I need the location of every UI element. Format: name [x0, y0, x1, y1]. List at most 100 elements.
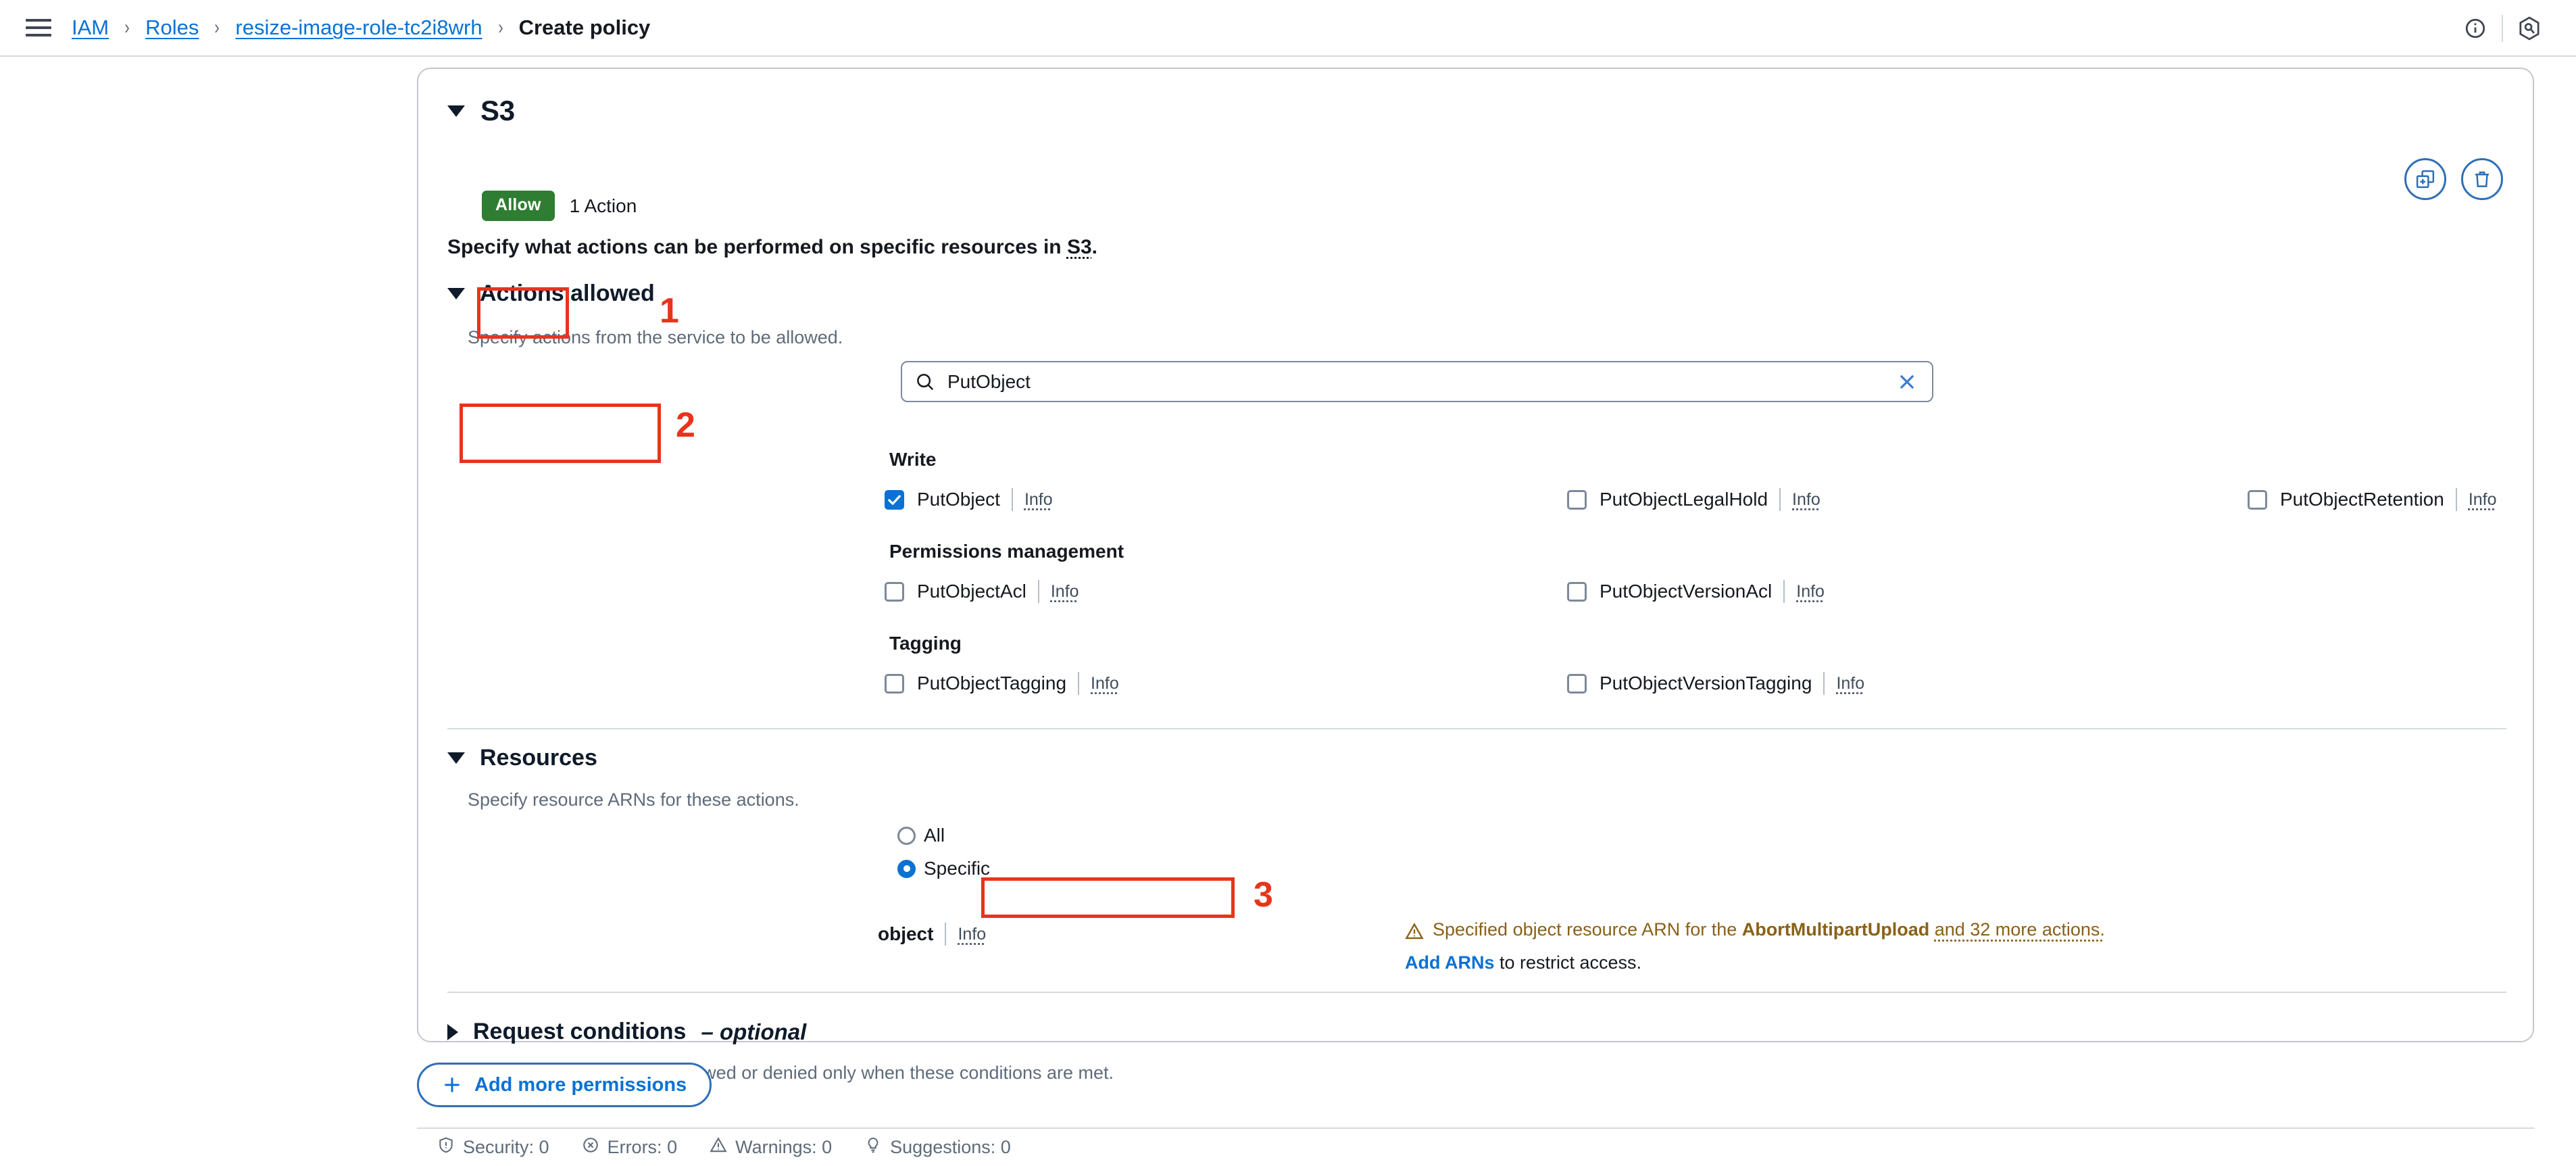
- warning-triangle-icon: [1405, 922, 1424, 944]
- breadcrumb-item-current: Create policy: [518, 16, 651, 39]
- chevron-right-icon[interactable]: [447, 1023, 458, 1040]
- search-icon: [915, 372, 935, 392]
- resource-radio-all[interactable]: All: [897, 825, 990, 846]
- section-divider: [447, 992, 2506, 993]
- info-link-putobjectlegalhold[interactable]: Info: [1792, 490, 1820, 510]
- breadcrumb-item-roles[interactable]: Roles: [145, 16, 199, 40]
- divider: [2455, 488, 2457, 511]
- breadcrumb-item-role[interactable]: resize-image-role-tc2i8wrh: [235, 16, 482, 40]
- security-shield-icon: [437, 1136, 455, 1159]
- action-row-putobject[interactable]: PutObject Info: [885, 488, 1053, 511]
- status-errors-label: Errors: 0: [607, 1137, 678, 1157]
- chevron-down-icon[interactable]: [447, 752, 465, 764]
- add-arns-rest: to restrict access.: [1494, 952, 1642, 973]
- action-row-putobjecttagging[interactable]: PutObjectTagging Info: [885, 672, 1119, 695]
- annotation-number-3: 3: [1254, 875, 1273, 915]
- resource-type-row: object Info: [878, 923, 986, 946]
- search-input-value[interactable]: PutObject: [947, 371, 1897, 393]
- effect-badge: Allow: [482, 191, 555, 221]
- error-circle-icon: [582, 1136, 599, 1159]
- action-label-putobjectlegalhold: PutObjectLegalHold: [1600, 489, 1768, 510]
- breadcrumb-separator: ›: [124, 16, 130, 39]
- service-description-link[interactable]: S3: [1067, 236, 1092, 258]
- checkbox-putobjectlegalhold[interactable]: [1567, 489, 1587, 510]
- action-label-putobject: PutObject: [917, 489, 1000, 510]
- policy-statement-panel: S3 Allow 1 Action Specify what actions c…: [417, 68, 2534, 1083]
- action-label-putobjecttagging: PutObjectTagging: [917, 673, 1067, 694]
- clear-search-icon[interactable]: [1897, 372, 1917, 392]
- checkbox-putobjectversiontagging[interactable]: [1567, 673, 1587, 694]
- section-divider: [447, 728, 2506, 729]
- warning-prefix: Specified object resource ARN for the: [1433, 919, 1742, 940]
- status-security-label: Security: 0: [463, 1137, 549, 1157]
- info-link-object[interactable]: Info: [958, 925, 986, 944]
- resource-all-label: All: [924, 825, 945, 846]
- chevron-down-icon[interactable]: [447, 105, 465, 117]
- settings-hexagon-icon[interactable]: [2503, 0, 2556, 57]
- action-row-putobjectversionacl[interactable]: PutObjectVersionAcl Info: [1567, 580, 1825, 603]
- action-row-putobjectretention[interactable]: PutObjectRetention Info: [2248, 488, 2497, 511]
- divider: [945, 923, 947, 946]
- divider: [1823, 672, 1825, 695]
- resources-title: Resources: [480, 745, 597, 771]
- actions-allowed-header[interactable]: Actions allowed: [447, 281, 655, 307]
- checkbox-putobjectretention[interactable]: [2248, 489, 2267, 510]
- status-suggestions: Suggestions: 0: [864, 1136, 1011, 1159]
- action-row-putobjectlegalhold[interactable]: PutObjectLegalHold Info: [1567, 488, 1820, 511]
- action-group-label-tagging: Tagging: [889, 633, 962, 654]
- action-label-putobjectretention: PutObjectRetention: [2280, 489, 2444, 510]
- info-circle-icon[interactable]: [2449, 0, 2502, 57]
- resource-radio-specific[interactable]: Specific: [897, 858, 990, 879]
- resources-scope-group: All Specific: [897, 825, 990, 891]
- info-link-putobject[interactable]: Info: [1024, 490, 1053, 510]
- action-group-label-write: Write: [889, 449, 937, 470]
- resources-header[interactable]: Resources: [447, 745, 597, 771]
- add-more-permissions-label: Add more permissions: [474, 1073, 687, 1096]
- status-warnings: Warnings: 0: [710, 1136, 832, 1159]
- info-link-putobjectacl[interactable]: Info: [1051, 582, 1079, 602]
- warning-more-actions-link[interactable]: and 32 more actions.: [1935, 919, 2105, 940]
- breadcrumb: IAM › Roles › resize-image-role-tc2i8wrh…: [72, 16, 650, 40]
- breadcrumb-item-iam[interactable]: IAM: [72, 16, 109, 40]
- add-more-permissions-button[interactable]: Add more permissions: [417, 1063, 712, 1107]
- service-description-suffix: .: [1091, 236, 1097, 258]
- divider: [1078, 672, 1080, 695]
- warning-triangle-icon: [710, 1136, 727, 1159]
- info-link-putobjectversionacl[interactable]: Info: [1796, 582, 1825, 602]
- action-label-putobjectversionacl: PutObjectVersionAcl: [1600, 581, 1773, 602]
- checkbox-putobject[interactable]: [885, 489, 904, 510]
- breadcrumb-separator: ›: [497, 16, 503, 39]
- request-conditions-header[interactable]: Request conditions – optional: [447, 1019, 806, 1045]
- add-arns-link[interactable]: Add ARNs: [1405, 952, 1495, 973]
- policy-status-bar: Security: 0 Errors: 0 Warnings: 0 Sugges…: [417, 1127, 2534, 1166]
- add-arns-line: Add ARNs to restrict access.: [1405, 952, 2105, 973]
- checkbox-putobjecttagging[interactable]: [885, 673, 904, 694]
- divider: [1011, 488, 1013, 511]
- action-row-putobjectversiontagging[interactable]: PutObjectVersionTagging Info: [1567, 672, 1864, 695]
- divider: [1779, 488, 1781, 511]
- breadcrumb-separator: ›: [214, 16, 220, 39]
- service-description: Specify what actions can be performed on…: [447, 236, 1097, 259]
- search-input[interactable]: PutObject: [901, 361, 1933, 402]
- info-link-putobjectversiontagging[interactable]: Info: [1836, 674, 1864, 694]
- suggestion-bulb-icon: [864, 1136, 882, 1159]
- radio-specific-indicator[interactable]: [897, 859, 916, 878]
- duplicate-icon[interactable]: [2404, 158, 2446, 200]
- info-link-putobjectretention[interactable]: Info: [2469, 490, 2497, 510]
- hamburger-menu-icon[interactable]: [26, 17, 53, 39]
- service-section-header[interactable]: S3: [447, 95, 515, 127]
- action-label-putobjectacl: PutObjectAcl: [917, 581, 1026, 602]
- action-row-putobjectacl[interactable]: PutObjectAcl Info: [885, 580, 1079, 603]
- chevron-down-icon[interactable]: [447, 288, 465, 299]
- status-security: Security: 0: [437, 1136, 549, 1159]
- radio-all-indicator[interactable]: [897, 826, 916, 845]
- info-link-putobjecttagging[interactable]: Info: [1091, 674, 1119, 694]
- checkbox-putobjectversionacl[interactable]: [1567, 581, 1587, 602]
- resource-type-label: object: [878, 923, 934, 944]
- delete-trash-icon[interactable]: [2461, 158, 2503, 200]
- annotation-number-2: 2: [676, 406, 695, 445]
- resource-warning-block: Specified object resource ARN for the Ab…: [1405, 919, 2105, 973]
- statement-action-buttons: [2404, 158, 2503, 200]
- checkbox-putobjectacl[interactable]: [885, 581, 904, 602]
- actions-allowed-subtitle: Specify actions from the service to be a…: [468, 327, 843, 347]
